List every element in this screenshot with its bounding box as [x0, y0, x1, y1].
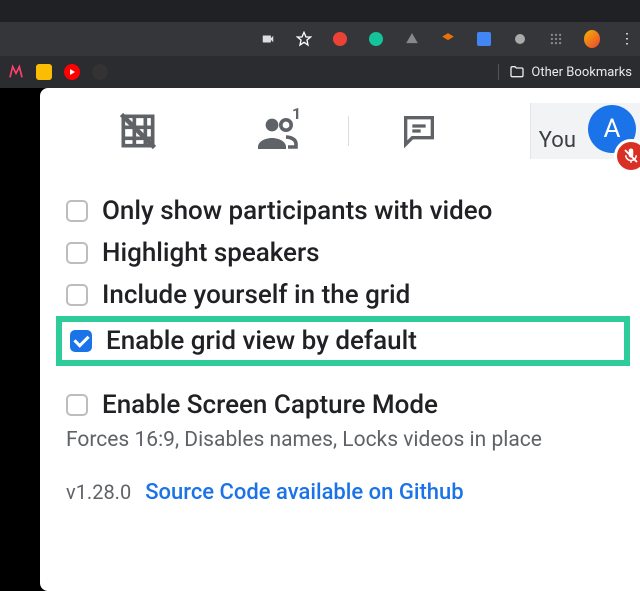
- page-content: 1 You A Only sho: [0, 88, 640, 591]
- checkbox[interactable]: [66, 284, 88, 306]
- you-label: You: [539, 128, 576, 153]
- extension-red-icon[interactable]: [332, 31, 348, 47]
- tab-grid-disabled[interactable]: [68, 109, 208, 153]
- bookmark-orange-icon[interactable]: [36, 64, 52, 80]
- option-include-self[interactable]: Include yourself in the grid: [66, 274, 630, 316]
- extension-superman-icon[interactable]: [440, 31, 456, 47]
- option-only-video[interactable]: Only show participants with video: [66, 190, 630, 232]
- extension-bulb-icon[interactable]: [512, 31, 528, 47]
- checkbox[interactable]: [66, 242, 88, 264]
- folder-icon: [509, 64, 525, 80]
- option-label: Only show participants with video: [102, 196, 492, 226]
- option-label: Include yourself in the grid: [102, 280, 410, 310]
- bookmark-youtube-icon[interactable]: [64, 64, 80, 80]
- extension-icons-group: ⋮: [260, 31, 634, 47]
- option-enable-default-highlighted[interactable]: Enable grid view by default: [56, 316, 630, 366]
- apps-grid-icon[interactable]: [548, 31, 564, 47]
- bookmark-items-left: [8, 64, 108, 80]
- options-list: Only show participants with video Highli…: [40, 174, 640, 452]
- tab-people[interactable]: 1: [208, 107, 348, 155]
- chat-icon: [399, 111, 439, 151]
- grid-off-icon: [116, 109, 160, 153]
- bookmark-myntra-icon[interactable]: [8, 64, 24, 80]
- star-icon[interactable]: [296, 31, 312, 47]
- checkbox-checked[interactable]: [70, 330, 92, 352]
- option-description: Forces 16:9, Disables names, Locks video…: [66, 428, 630, 452]
- avatar-initial: A: [604, 114, 621, 144]
- other-bookmarks-button[interactable]: Other Bookmarks: [498, 64, 632, 80]
- bookmarks-bar: Other Bookmarks: [0, 56, 640, 88]
- option-highlight-speakers[interactable]: Highlight speakers: [66, 232, 630, 274]
- browser-toolbar: ⋮: [0, 22, 640, 56]
- profile-avatar-icon[interactable]: [584, 31, 600, 47]
- option-screen-capture[interactable]: Enable Screen Capture Mode: [66, 384, 630, 426]
- grammarly-icon[interactable]: [368, 31, 384, 47]
- browser-tab-strip: [0, 0, 640, 22]
- mic-off-icon: [622, 147, 640, 165]
- extension-panel: 1 You A Only sho: [40, 88, 640, 591]
- version-label: v1.28.0: [66, 480, 131, 504]
- camera-icon[interactable]: [260, 31, 276, 47]
- checkbox[interactable]: [66, 394, 88, 416]
- svg-text:1: 1: [292, 107, 301, 123]
- drive-icon[interactable]: [404, 31, 420, 47]
- source-code-link[interactable]: Source Code available on Github: [145, 480, 463, 505]
- extension-blue-icon[interactable]: [476, 31, 492, 47]
- panel-footer: v1.28.0 Source Code available on Github: [40, 452, 640, 505]
- people-icon: 1: [254, 107, 302, 155]
- self-video-tile[interactable]: You A: [530, 103, 640, 159]
- other-bookmarks-label: Other Bookmarks: [531, 65, 632, 80]
- bookmark-dark-icon[interactable]: [92, 64, 108, 80]
- tab-chat[interactable]: [349, 111, 489, 151]
- browser-menu-icon[interactable]: ⋮: [620, 32, 634, 46]
- option-label: Enable grid view by default: [106, 326, 417, 356]
- panel-tab-row: 1 You A: [40, 88, 640, 174]
- option-label: Enable Screen Capture Mode: [102, 390, 438, 420]
- mic-muted-badge[interactable]: [614, 139, 640, 173]
- option-label: Highlight speakers: [102, 238, 320, 268]
- checkbox[interactable]: [66, 200, 88, 222]
